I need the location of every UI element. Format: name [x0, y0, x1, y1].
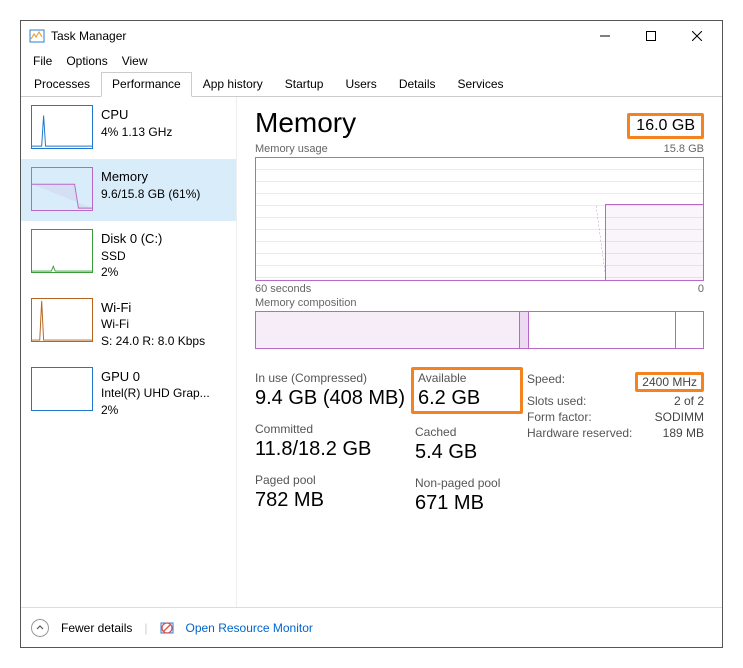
menu-file[interactable]: File — [27, 52, 58, 70]
nonpaged-label: Non-paged pool — [415, 476, 523, 490]
sidebar-cpu-stats: 4% 1.13 GHz — [101, 124, 172, 140]
tab-bar: Processes Performance App history Startu… — [21, 71, 722, 97]
sidebar-disk-line1: SSD — [101, 248, 162, 264]
sidebar-cpu-name: CPU — [101, 106, 172, 124]
usage-chart-max: 15.8 GB — [664, 143, 704, 155]
paged-value: 782 MB — [255, 489, 415, 512]
sidebar-wifi-name: Wi-Fi — [101, 299, 205, 317]
chevron-down-icon[interactable] — [31, 619, 49, 637]
sidebar-memory-name: Memory — [101, 168, 200, 186]
tab-performance[interactable]: Performance — [101, 72, 192, 97]
tab-startup[interactable]: Startup — [274, 72, 335, 97]
hw-value: 189 MB — [663, 426, 704, 440]
minimize-button[interactable] — [582, 21, 628, 51]
cached-label: Cached — [415, 425, 523, 439]
sidebar-gpu-name: GPU 0 — [101, 368, 210, 386]
hw-key: Hardware reserved: — [527, 426, 632, 440]
sidebar-item-disk[interactable]: Disk 0 (C:) SSD 2% — [21, 221, 236, 290]
tab-app-history[interactable]: App history — [192, 72, 274, 97]
usage-chart-label: Memory usage — [255, 143, 328, 155]
nonpaged-value: 671 MB — [415, 492, 523, 515]
form-key: Form factor: — [527, 410, 592, 424]
memory-usage-chart[interactable] — [255, 157, 704, 281]
form-value: SODIMM — [655, 410, 704, 424]
composition-label: Memory composition — [255, 297, 356, 309]
sidebar-disk-name: Disk 0 (C:) — [101, 230, 162, 248]
menubar: File Options View — [21, 51, 722, 71]
sidebar-gpu-line2: 2% — [101, 402, 210, 418]
in-use-value: 9.4 GB (408 MB) — [255, 387, 415, 410]
sidebar-wifi-line1: Wi-Fi — [101, 316, 205, 332]
axis-right: 0 — [698, 283, 704, 295]
wifi-thumbnail — [31, 298, 93, 342]
fewer-details-link[interactable]: Fewer details — [61, 621, 132, 635]
paged-label: Paged pool — [255, 473, 415, 487]
maximize-button[interactable] — [628, 21, 674, 51]
axis-left: 60 seconds — [255, 283, 311, 295]
sidebar-item-cpu[interactable]: CPU 4% 1.13 GHz — [21, 97, 236, 159]
page-title: Memory — [255, 107, 356, 139]
cached-value: 5.4 GB — [415, 441, 523, 464]
sidebar-item-memory[interactable]: Memory 9.6/15.8 GB (61%) — [21, 159, 236, 221]
sidebar-item-gpu[interactable]: GPU 0 Intel(R) UHD Grap... 2% — [21, 359, 236, 428]
tab-details[interactable]: Details — [388, 72, 447, 97]
sidebar-item-wifi[interactable]: Wi-Fi Wi-Fi S: 24.0 R: 8.0 Kbps — [21, 290, 236, 359]
available-value: 6.2 GB — [418, 387, 516, 410]
task-manager-icon — [29, 28, 45, 44]
resource-monitor-icon — [160, 621, 174, 635]
tab-services[interactable]: Services — [447, 72, 515, 97]
total-memory: 16.0 GB — [627, 113, 704, 139]
sidebar-memory-stats: 9.6/15.8 GB (61%) — [101, 186, 200, 202]
task-manager-window: Task Manager File Options View Processes… — [20, 20, 723, 648]
tab-processes[interactable]: Processes — [23, 72, 101, 97]
footer: Fewer details | Open Resource Monitor — [21, 607, 722, 647]
memory-composition-chart[interactable] — [255, 311, 704, 349]
available-label: Available — [418, 371, 516, 385]
committed-label: Committed — [255, 422, 415, 436]
main-panel: Memory 16.0 GB Memory usage 15.8 GB 60 s… — [237, 97, 722, 607]
open-resource-monitor-link[interactable]: Open Resource Monitor — [186, 621, 313, 635]
speed-key: Speed: — [527, 372, 565, 392]
committed-value: 11.8/18.2 GB — [255, 438, 415, 461]
in-use-label: In use (Compressed) — [255, 371, 415, 385]
menu-view[interactable]: View — [116, 52, 154, 70]
sidebar-gpu-line1: Intel(R) UHD Grap... — [101, 385, 210, 401]
slots-value: 2 of 2 — [674, 394, 704, 408]
slots-key: Slots used: — [527, 394, 586, 408]
close-button[interactable] — [674, 21, 720, 51]
gpu-thumbnail — [31, 367, 93, 411]
sidebar-disk-line2: 2% — [101, 264, 162, 280]
performance-sidebar: CPU 4% 1.13 GHz Memory 9.6/15.8 GB (61%) — [21, 97, 237, 607]
window-title: Task Manager — [51, 29, 582, 43]
titlebar: Task Manager — [21, 21, 722, 51]
speed-value: 2400 MHz — [635, 372, 704, 392]
sidebar-wifi-line2: S: 24.0 R: 8.0 Kbps — [101, 333, 205, 349]
disk-thumbnail — [31, 229, 93, 273]
cpu-thumbnail — [31, 105, 93, 149]
tab-users[interactable]: Users — [334, 72, 387, 97]
memory-thumbnail — [31, 167, 93, 211]
menu-options[interactable]: Options — [60, 52, 113, 70]
